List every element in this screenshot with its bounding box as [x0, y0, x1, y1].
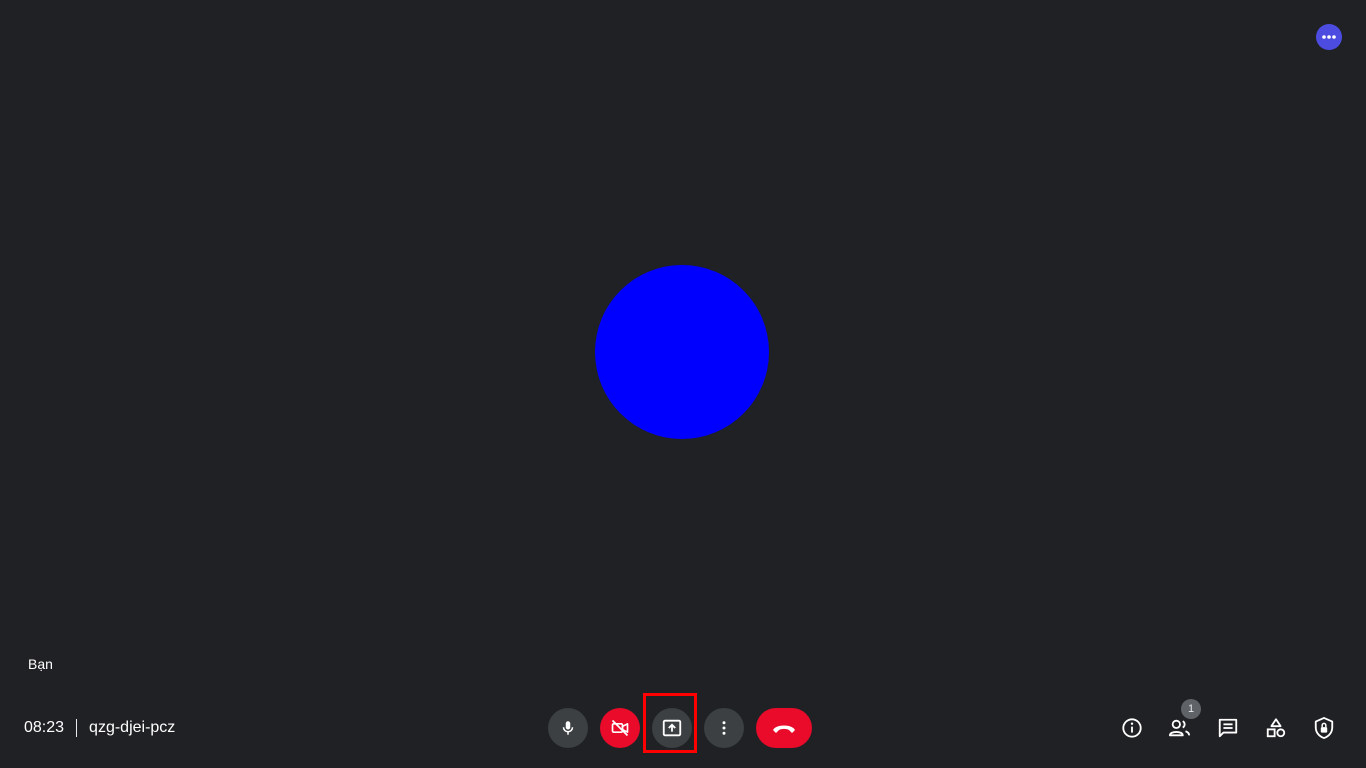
camera-off-icon — [611, 719, 629, 737]
chat-button[interactable] — [1208, 708, 1248, 748]
meeting-details-button[interactable] — [1112, 708, 1152, 748]
hang-up-icon — [773, 725, 795, 733]
microphone-icon — [562, 721, 574, 735]
host-controls-icon — [1314, 717, 1334, 739]
participant-avatar — [595, 265, 769, 439]
present-screen-icon — [662, 719, 682, 737]
present-screen-button[interactable] — [652, 708, 692, 748]
participant-name-label: Bạn — [28, 656, 53, 672]
host-controls-button[interactable] — [1304, 708, 1344, 748]
activities-icon — [1266, 718, 1286, 738]
people-icon — [1168, 719, 1191, 737]
more-options-button[interactable] — [704, 708, 744, 748]
microphone-button[interactable] — [548, 708, 588, 748]
chat-icon — [1218, 718, 1238, 738]
more-vertical-icon — [722, 721, 726, 735]
camera-toggle-button[interactable] — [600, 708, 640, 748]
top-more-options-button[interactable] — [1316, 24, 1342, 50]
activities-button[interactable] — [1256, 708, 1296, 748]
leave-call-button[interactable] — [756, 708, 812, 748]
participants-count-badge: 1 — [1181, 699, 1201, 719]
more-horizontal-icon — [1322, 35, 1336, 39]
meeting-stage: Bạn 08:23 qzg-djei-pcz 1 — [0, 0, 1366, 768]
info-icon — [1122, 718, 1142, 738]
